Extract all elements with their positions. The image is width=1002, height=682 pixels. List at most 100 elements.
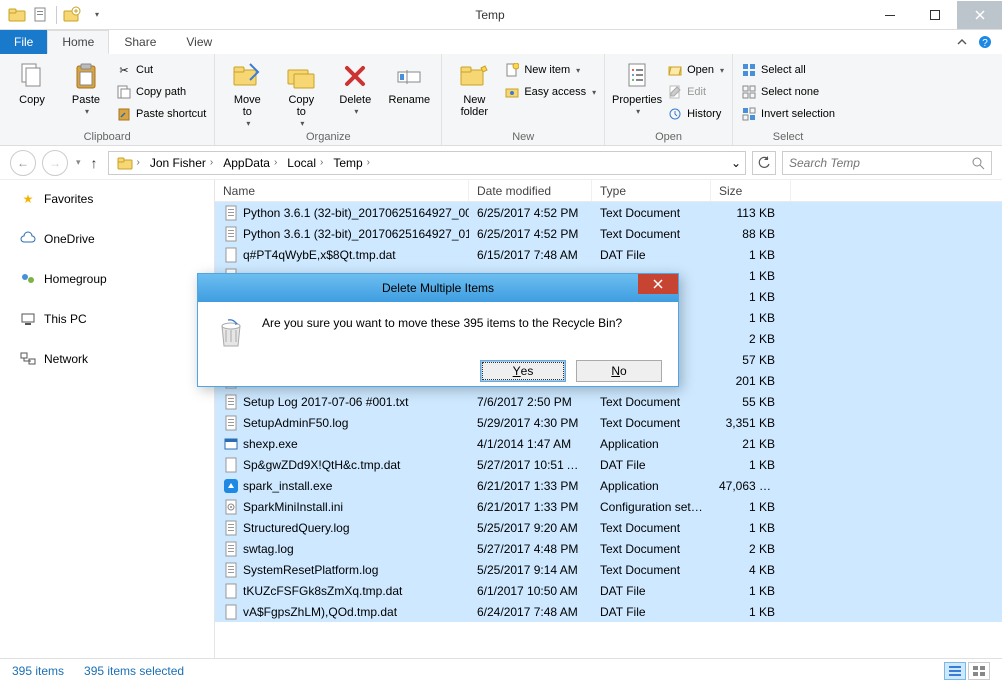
qat-chevron-down-icon[interactable]: ▾	[85, 4, 107, 26]
sidebar-item-network[interactable]: Network	[0, 348, 214, 370]
minimize-button[interactable]	[867, 1, 912, 29]
ribbon-group-select: Select all Select none Invert selection …	[733, 54, 843, 145]
column-type[interactable]: Type	[592, 180, 711, 201]
maximize-button[interactable]	[912, 1, 957, 29]
select-none-button[interactable]: Select none	[741, 82, 835, 102]
open-button[interactable]: Open▾	[667, 60, 724, 80]
close-window-button[interactable]	[957, 1, 1002, 29]
new-folder-icon	[458, 60, 490, 92]
easy-access-button[interactable]: Easy access▾	[504, 82, 596, 102]
tab-file[interactable]: File	[0, 30, 47, 54]
file-icon	[223, 226, 239, 242]
sidebar-item-favorites[interactable]: ★Favorites	[0, 188, 214, 210]
address-dropdown-icon[interactable]: ⌄	[731, 156, 741, 170]
file-rows[interactable]: Python 3.6.1 (32-bit)_20170625164927_00.…	[215, 202, 1002, 658]
table-row[interactable]: tKUZcFSFGk8sZmXq.tmp.dat6/1/2017 10:50 A…	[215, 580, 1002, 601]
select-none-icon	[741, 84, 757, 100]
delete-confirm-dialog: Delete Multiple Items Are you sure you w…	[197, 273, 679, 387]
refresh-button[interactable]	[752, 151, 776, 175]
paste-button[interactable]: Paste ▾	[62, 56, 110, 117]
table-row[interactable]: StructuredQuery.log5/25/2017 9:20 AMText…	[215, 517, 1002, 538]
tab-share[interactable]: Share	[109, 30, 171, 54]
collapse-ribbon-icon[interactable]	[956, 36, 968, 48]
copy-to-button[interactable]: Copy to▾	[277, 56, 325, 129]
delete-x-icon	[339, 60, 371, 92]
network-icon	[20, 351, 36, 367]
back-button[interactable]: ←	[10, 150, 36, 176]
help-icon[interactable]: ?	[978, 35, 992, 49]
table-row[interactable]: q#PT4qWybE,x$8Qt.tmp.dat6/15/2017 7:48 A…	[215, 244, 1002, 265]
table-row[interactable]: Setup Log 2017-07-06 #001.txt7/6/2017 2:…	[215, 391, 1002, 412]
recent-locations-button[interactable]: ▾	[76, 157, 81, 168]
copy-button[interactable]: Copy	[8, 56, 56, 106]
breadcrumb[interactable]: › Jon Fisher› AppData› Local› Temp› ⌄	[108, 151, 746, 175]
sidebar-item-homegroup[interactable]: Homegroup	[0, 268, 214, 290]
select-all-icon	[741, 62, 757, 78]
copy-path-button[interactable]: Copy path	[116, 82, 206, 102]
tab-view[interactable]: View	[171, 30, 227, 54]
column-headers[interactable]: Name Date modified Type Size	[215, 180, 1002, 202]
sidebar-item-this-pc[interactable]: This PC	[0, 308, 214, 330]
column-name[interactable]: Name	[215, 180, 469, 201]
dialog-title: Delete Multiple Items	[382, 281, 494, 295]
history-button[interactable]: History	[667, 104, 724, 124]
select-all-button[interactable]: Select all	[741, 60, 835, 80]
tab-home[interactable]: Home	[47, 30, 109, 54]
quick-access-toolbar: ▾	[0, 4, 113, 26]
delete-button[interactable]: Delete▾	[331, 56, 379, 117]
address-bar-row: ← → ▾ ↑ › Jon Fisher› AppData› Local› Te…	[0, 146, 1002, 180]
up-button[interactable]: ↑	[87, 155, 102, 171]
dialog-yes-button[interactable]: Yes	[480, 360, 566, 382]
forward-button[interactable]: →	[42, 150, 68, 176]
file-icon	[223, 247, 239, 263]
file-icon	[223, 562, 239, 578]
table-row[interactable]: vA$FgpsZhLM),QOd.tmp.dat6/24/2017 7:48 A…	[215, 601, 1002, 622]
paste-shortcut-button[interactable]: Paste shortcut	[116, 104, 206, 124]
file-list-pane: Name Date modified Type Size Python 3.6.…	[215, 180, 1002, 658]
folder-icon[interactable]	[6, 4, 28, 26]
table-row[interactable]: shexp.exe4/1/2014 1:47 AMApplication21 K…	[215, 433, 1002, 454]
view-details-button[interactable]	[944, 662, 966, 680]
search-input[interactable]	[789, 156, 959, 170]
table-row[interactable]: SystemResetPlatform.log5/25/2017 9:14 AM…	[215, 559, 1002, 580]
window-controls	[867, 1, 1002, 29]
file-icon	[223, 478, 239, 494]
new-folder-button[interactable]: New folder	[450, 56, 498, 118]
pc-icon	[20, 311, 36, 327]
folder-move-icon	[231, 60, 263, 92]
table-row[interactable]: Python 3.6.1 (32-bit)_20170625164927_00.…	[215, 202, 1002, 223]
invert-selection-button[interactable]: Invert selection	[741, 104, 835, 124]
sidebar-item-onedrive[interactable]: OneDrive	[0, 228, 214, 250]
search-icon[interactable]	[971, 156, 985, 170]
properties-button[interactable]: Properties▾	[613, 56, 661, 117]
dialog-no-button[interactable]: No	[576, 360, 662, 382]
view-icons-button[interactable]	[968, 662, 990, 680]
dialog-message: Are you sure you want to move these 395 …	[262, 316, 622, 330]
properties-icon[interactable]	[30, 4, 52, 26]
folder-copy-icon	[285, 60, 317, 92]
ribbon-group-open: Properties▾ Open▾ Edit History Open	[605, 54, 733, 145]
table-row[interactable]: SparkMiniInstall.ini6/21/2017 1:33 PMCon…	[215, 496, 1002, 517]
column-size[interactable]: Size	[711, 180, 791, 201]
table-row[interactable]: Python 3.6.1 (32-bit)_20170625164927_01.…	[215, 223, 1002, 244]
column-date[interactable]: Date modified	[469, 180, 592, 201]
status-bar: 395 items 395 items selected	[0, 658, 1002, 682]
new-item-button[interactable]: New item▾	[504, 60, 596, 80]
copy-path-icon	[116, 84, 132, 100]
edit-button[interactable]: Edit	[667, 82, 724, 102]
star-icon: ★	[20, 191, 36, 207]
folder-icon	[117, 155, 133, 171]
new-folder-icon[interactable]	[61, 4, 83, 26]
search-box[interactable]	[782, 151, 992, 175]
dialog-close-button[interactable]	[638, 274, 678, 294]
table-row[interactable]: SetupAdminF50.log5/29/2017 4:30 PMText D…	[215, 412, 1002, 433]
cut-button[interactable]: ✂Cut	[116, 60, 206, 80]
ribbon-group-clipboard: Copy Paste ▾ ✂Cut Copy path Paste shortc…	[0, 54, 215, 145]
table-row[interactable]: spark_install.exe6/21/2017 1:33 PMApplic…	[215, 475, 1002, 496]
svg-text:?: ?	[982, 38, 988, 49]
table-row[interactable]: Sp&gwZDd9X!QtH&c.tmp.dat5/27/2017 10:51 …	[215, 454, 1002, 475]
table-row[interactable]: swtag.log5/27/2017 4:48 PMText Document2…	[215, 538, 1002, 559]
rename-button[interactable]: Rename	[385, 56, 433, 106]
move-to-button[interactable]: Move to▾	[223, 56, 271, 129]
dialog-titlebar[interactable]: Delete Multiple Items	[198, 274, 678, 302]
